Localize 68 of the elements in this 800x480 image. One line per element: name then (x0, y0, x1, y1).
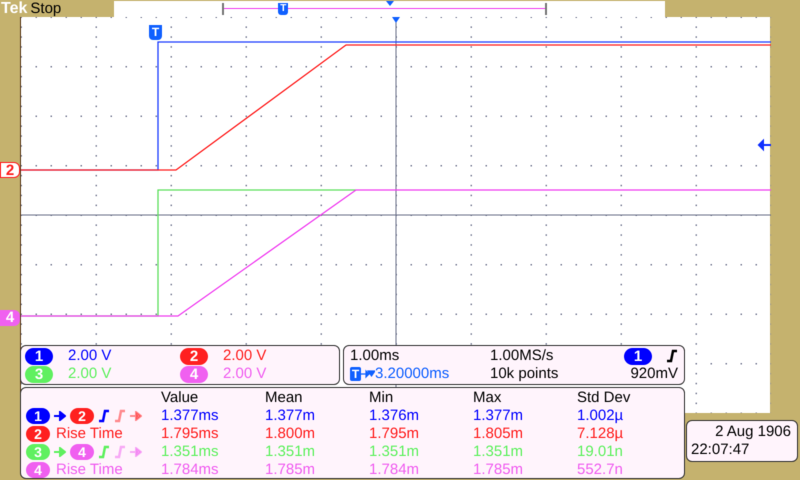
arrow-right-icon (130, 447, 142, 457)
rising-edge-icon (114, 445, 126, 459)
volts-per-division: 2.00 V (223, 365, 266, 383)
trigger-marker: T (149, 25, 162, 40)
measurement-value: 1.351m (473, 443, 524, 461)
measurement-value: 1.377ms (161, 407, 220, 425)
channel-badge: 4 (70, 444, 94, 460)
arrow-right-icon (54, 411, 66, 421)
measurement-value: 1.351ms (161, 443, 220, 461)
measurement-value: 1.351m (265, 443, 316, 461)
channel-marker: 4 (0, 310, 20, 326)
measurement-value: 1.376m (369, 407, 420, 425)
measurement-value: 1.377m (473, 407, 524, 425)
volts-per-division: 2.00 V (68, 347, 112, 365)
channel-badge: 2 (70, 408, 94, 424)
column-header: Mean (265, 389, 304, 407)
measurement-value: 1.002µ (577, 407, 624, 425)
measurement-value: 19.01n (577, 443, 624, 461)
channel-badge: 4 (26, 462, 50, 478)
channel-badge: 2 (26, 426, 50, 442)
arrow-right-icon (54, 447, 66, 457)
channel-marker: 2 (0, 162, 20, 178)
record-length: 10k points (490, 365, 560, 383)
volts-per-division: 2.00 V (223, 347, 266, 365)
channel-badge: 3 (25, 366, 53, 382)
volts-per-division: 2.00 V (68, 365, 112, 383)
channel-badge: 2 (180, 348, 208, 364)
arrow-right-icon (130, 411, 142, 421)
measurement-value: 1.805m (473, 425, 524, 443)
channel-badge: 1 (25, 348, 53, 364)
column-header: Min (369, 389, 394, 407)
rising-edge-icon (98, 409, 110, 423)
measurement-value: 552.7n (577, 461, 624, 479)
record-trigger-marker: T (278, 2, 288, 14)
trigger-icon: T (350, 367, 361, 381)
date-label: 2 Aug 1906 (714, 423, 792, 441)
measurement-value: 1.351m (369, 443, 420, 461)
measurement-value: 1.785m (473, 461, 524, 479)
column-header: Max (473, 389, 502, 407)
measurement-value: 1.795ms (161, 425, 220, 443)
trigger-level-arrow-icon (758, 140, 771, 150)
channel-badge: 1 (26, 408, 50, 424)
arrow-right-icon (361, 369, 375, 379)
measurement-value: 1.800m (265, 425, 316, 443)
trigger-position: 3.20000ms (375, 365, 450, 383)
time-label: 22:07:47 (691, 441, 750, 459)
rising-edge-icon (98, 445, 110, 459)
measurement-value: 1.784ms (161, 461, 220, 479)
measurement-value: 1.784m (369, 461, 420, 479)
position-marker-icon (386, 0, 394, 6)
rising-edge-icon (114, 409, 126, 423)
measurement-label: Rise Time (56, 425, 123, 443)
measurement-value: 1.377m (265, 407, 316, 425)
column-header: Std Dev (577, 389, 632, 407)
horizontal-scale: 1.00ms (350, 347, 400, 365)
measurement-value: 7.128µ (577, 425, 624, 443)
rising-edge-icon (666, 349, 678, 363)
channel-badge: 3 (26, 444, 50, 460)
trigger-level: 920mV (629, 365, 678, 383)
measurement-value: 1.795m (369, 425, 420, 443)
channel-badge: 4 (180, 366, 208, 382)
brand-label: Tek (0, 0, 28, 16)
sample-rate: 1.00MS/s (490, 347, 554, 365)
column-header: Value (161, 389, 200, 407)
measurement-value: 1.785m (265, 461, 316, 479)
measurement-label: Rise Time (56, 461, 123, 479)
acquisition-status: Stop (30, 1, 62, 16)
channel-badge: 1 (624, 348, 652, 364)
